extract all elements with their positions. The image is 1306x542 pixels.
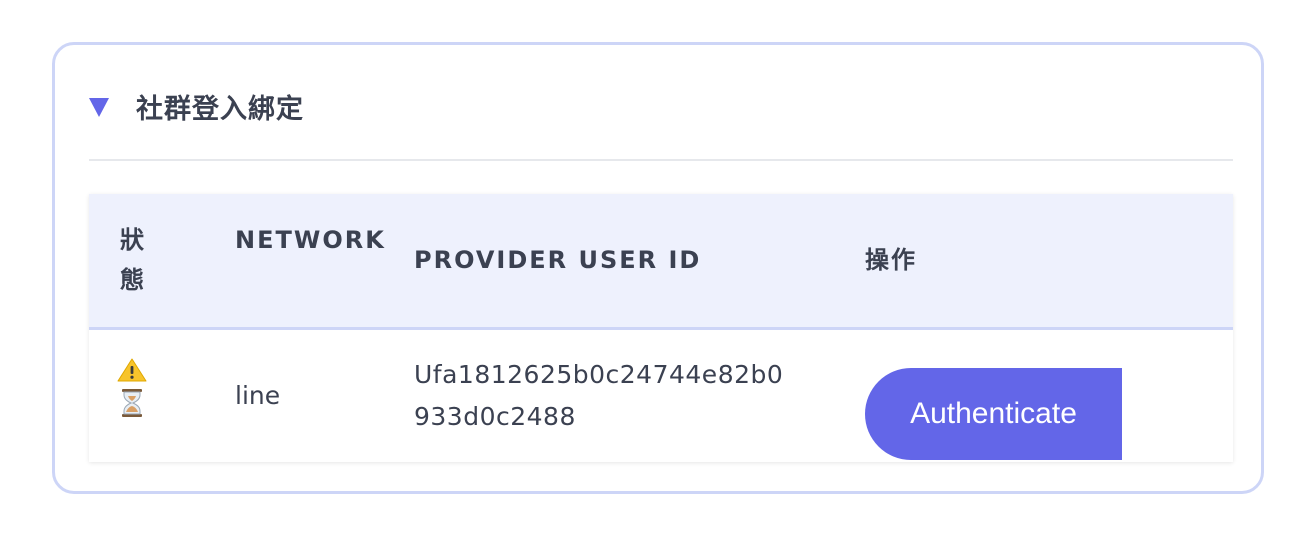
header-action: 操作 xyxy=(865,246,917,274)
section-title: 社群登入綁定 xyxy=(136,93,304,125)
section-header[interactable]: 社群登入綁定 xyxy=(89,83,304,129)
bindings-table: 狀態 NETWORK PROVIDER USER ID 操作 line Ufa1… xyxy=(89,194,1233,462)
header-network: NETWORK xyxy=(235,226,386,254)
social-login-card: 社群登入綁定 狀態 NETWORK PROVIDER USER ID 操作 li… xyxy=(52,42,1264,494)
header-status: 狀態 xyxy=(120,226,146,294)
header-provider-user-id: PROVIDER USER ID xyxy=(414,246,702,274)
divider xyxy=(89,159,1233,161)
warning-icon xyxy=(117,358,147,382)
network-cell: line xyxy=(235,381,281,410)
triangle-down-icon[interactable] xyxy=(89,97,109,117)
authenticate-button[interactable]: Authenticate xyxy=(865,368,1122,460)
provider-user-id-cell: Ufa1812625b0c24744e82b0933d0c2488 xyxy=(414,360,784,431)
status-cell xyxy=(117,358,157,418)
table-header: 狀態 NETWORK PROVIDER USER ID 操作 xyxy=(89,194,1233,330)
hourglass-icon xyxy=(122,389,142,417)
table-row: line Ufa1812625b0c24744e82b0933d0c2488 A… xyxy=(89,330,1233,462)
